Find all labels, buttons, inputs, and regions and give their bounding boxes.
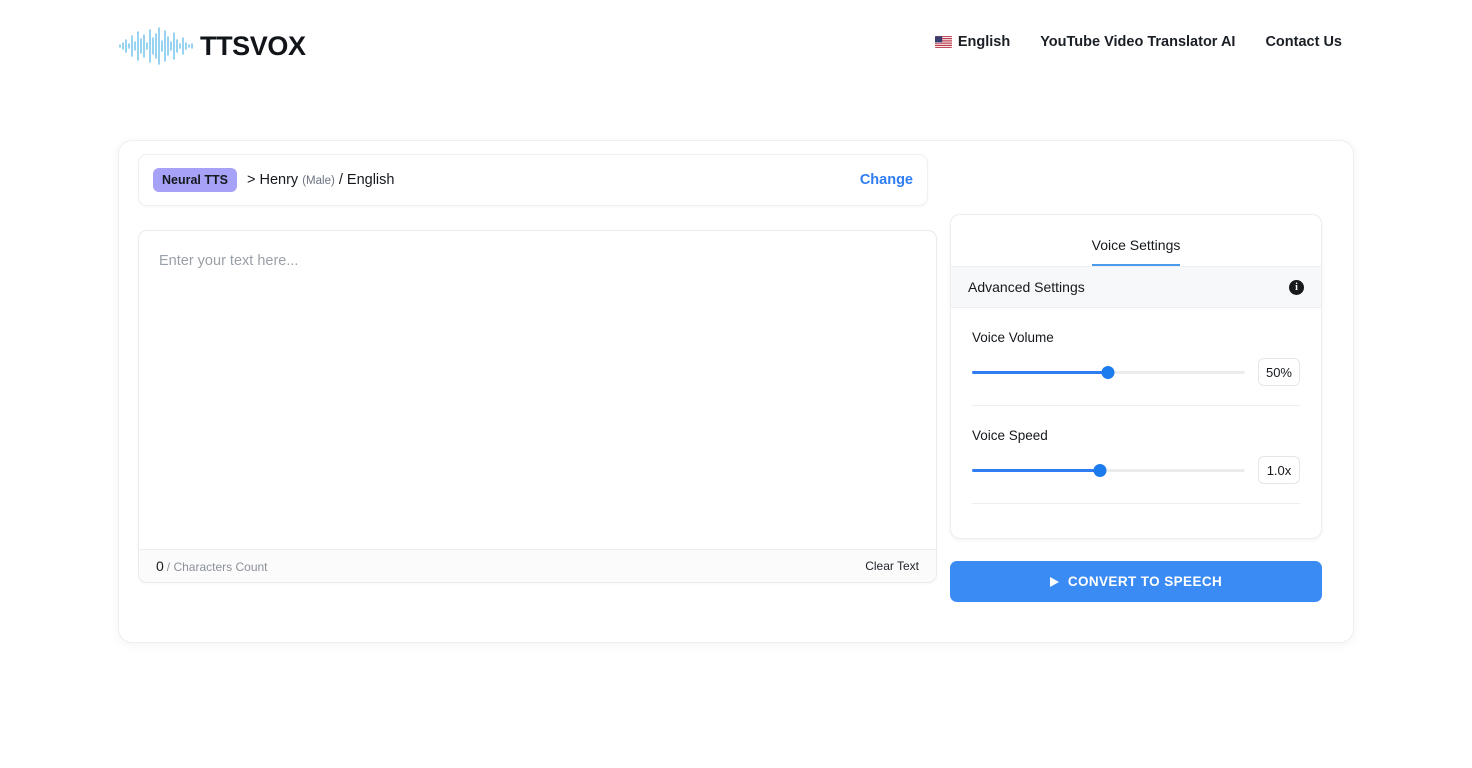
character-count-label: / Characters Count — [167, 560, 268, 574]
voice-gender: (Male) — [302, 175, 335, 187]
neural-tts-badge: Neural TTS — [153, 168, 237, 192]
volume-slider-fill — [972, 371, 1108, 374]
voice-speed-row: 1.0x — [972, 456, 1300, 484]
voice-speed-group: Voice Speed 1.0x — [951, 406, 1321, 484]
brand-name: TTSVOX — [200, 31, 306, 62]
voice-separator: > — [247, 172, 255, 188]
voice-name: Henry — [260, 172, 299, 188]
speed-slider-fill — [972, 469, 1100, 472]
main-navigation: English YouTube Video Translator AI Cont… — [935, 34, 1342, 50]
text-editor: 0 / Characters Count Clear Text — [138, 230, 937, 583]
text-input[interactable] — [139, 231, 936, 549]
nav-item-youtube-translator[interactable]: YouTube Video Translator AI — [1040, 34, 1235, 50]
advanced-settings-row[interactable]: Advanced Settings i — [951, 267, 1321, 308]
selected-voice-description: > Henry (Male) / English — [247, 172, 394, 188]
character-count-value: 0 — [156, 558, 164, 574]
voice-volume-group: Voice Volume 50% — [951, 308, 1321, 386]
voice-volume-slider[interactable] — [972, 363, 1245, 381]
speed-bottom-divider — [972, 503, 1300, 504]
waveform-icon — [118, 26, 198, 66]
nav-item-contact-us[interactable]: Contact Us — [1265, 34, 1342, 50]
settings-tabs: Voice Settings — [951, 215, 1321, 267]
voice-volume-label: Voice Volume — [972, 330, 1300, 345]
voice-speed-label: Voice Speed — [972, 428, 1300, 443]
character-counter: 0 / Characters Count — [156, 558, 268, 574]
tab-voice-settings[interactable]: Voice Settings — [1092, 237, 1181, 266]
voice-speed-value: 1.0x — [1258, 456, 1300, 484]
play-icon — [1050, 577, 1059, 587]
info-icon[interactable]: i — [1289, 280, 1304, 295]
speed-slider-thumb[interactable] — [1094, 464, 1107, 477]
brand-logo[interactable]: TTSVOX — [118, 26, 306, 66]
clear-text-button[interactable]: Clear Text — [865, 559, 919, 573]
editor-footer: 0 / Characters Count Clear Text — [139, 549, 936, 582]
change-voice-link[interactable]: Change — [860, 172, 913, 188]
nav-label-language: English — [958, 34, 1010, 50]
us-flag-icon — [935, 36, 952, 48]
convert-to-speech-button[interactable]: CONVERT TO SPEECH — [950, 561, 1322, 602]
voice-settings-panel: Voice Settings Advanced Settings i Voice… — [950, 214, 1322, 539]
voice-speed-slider[interactable] — [972, 461, 1245, 479]
voice-volume-value: 50% — [1258, 358, 1300, 386]
site-header: TTSVOX English YouTube Video Translator … — [0, 0, 1472, 92]
advanced-settings-label: Advanced Settings — [968, 279, 1085, 295]
volume-slider-thumb[interactable] — [1102, 366, 1115, 379]
tts-main-card: Neural TTS > Henry (Male) / English Chan… — [118, 140, 1354, 643]
voice-volume-row: 50% — [972, 358, 1300, 386]
voice-lang-separator: / — [339, 172, 343, 188]
nav-item-language[interactable]: English — [935, 34, 1010, 50]
voice-language: English — [347, 172, 395, 188]
convert-button-label: CONVERT TO SPEECH — [1068, 574, 1222, 589]
voice-selection-bar[interactable]: Neural TTS > Henry (Male) / English Chan… — [138, 154, 928, 206]
